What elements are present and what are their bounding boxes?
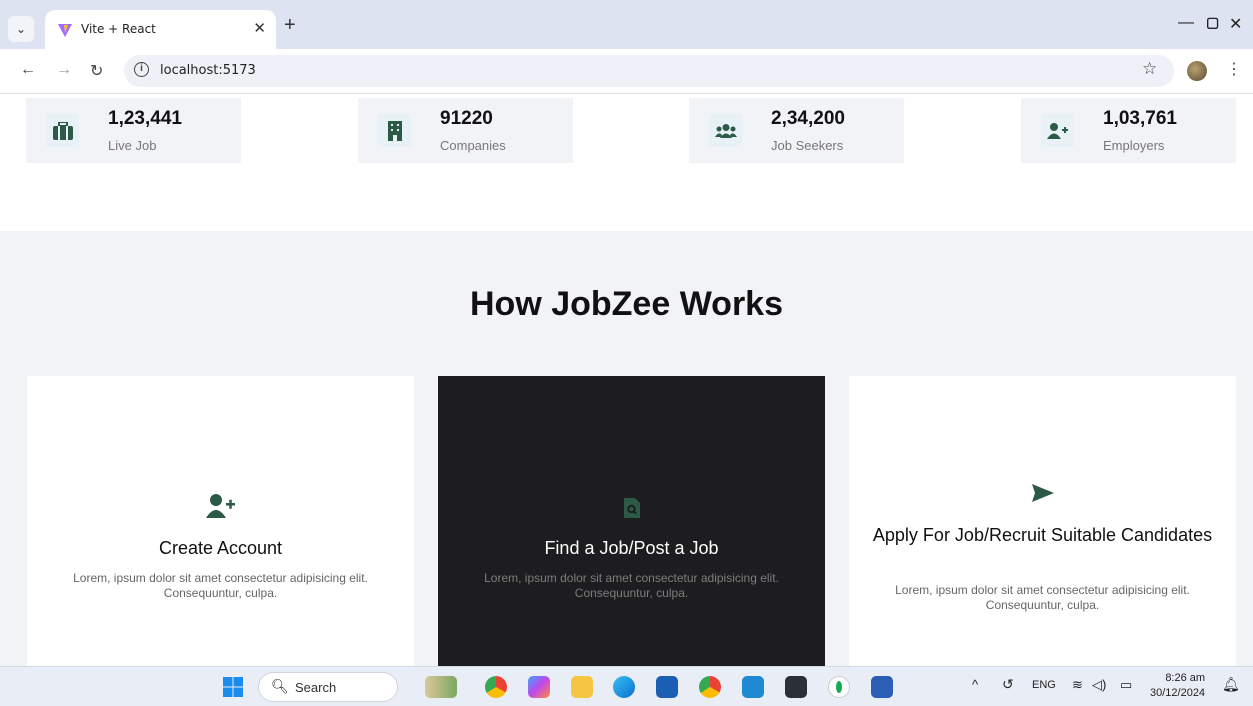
wifi-icon[interactable]: ≋	[1072, 677, 1083, 693]
stat-value: 1,23,441	[108, 108, 182, 129]
stat-card-job-seekers: 2,34,200 Job Seekers	[689, 98, 904, 163]
card-text: Lorem, ipsum dolor sit amet consectetur …	[484, 571, 779, 600]
tray-overflow-icon[interactable]: ^	[972, 677, 978, 692]
users-icon	[709, 114, 742, 147]
browser-toolbar: ← → ↻ i localhost:5173 ☆ ⋮	[0, 49, 1253, 94]
chrome-icon[interactable]	[485, 676, 507, 698]
url-text: localhost:5173	[160, 63, 256, 78]
section-title: How JobZee Works	[470, 285, 783, 323]
card-create-account: Create Account Lorem, ipsum dolor sit am…	[27, 376, 414, 666]
mongodb-icon[interactable]	[828, 676, 850, 698]
card-title: Create Account	[158, 538, 283, 558]
tab-close-icon[interactable]: ✕	[253, 19, 266, 37]
site-info-icon[interactable]: i	[134, 62, 149, 77]
store-icon[interactable]	[656, 676, 678, 698]
card-find-job: Find a Job/Post a Job Lorem, ipsum dolor…	[438, 376, 825, 666]
widgets-icon[interactable]	[425, 676, 457, 698]
volume-icon[interactable]: ◁)	[1092, 677, 1106, 693]
stat-value: 1,03,761	[1103, 108, 1177, 129]
close-window-icon[interactable]: ✕	[1229, 14, 1242, 34]
tab-title: Vite + React	[81, 22, 156, 36]
taskbar-search-label: Search	[295, 680, 337, 695]
tab-search-button[interactable]: ⌄	[8, 16, 34, 42]
stat-card-live-job: 1,23,441 Live Job	[26, 98, 241, 163]
address-bar[interactable]: i localhost:5173	[124, 55, 1174, 87]
clock-date: 30/12/2024	[1150, 687, 1206, 699]
chrome-profile-icon[interactable]	[699, 676, 721, 698]
browser-tab[interactable]: Vite + React ✕	[45, 10, 276, 49]
card-title: Find a Job/Post a Job	[544, 538, 719, 558]
windows-taskbar: 🔍︎ Search ^ ↺ ENG ≋ ◁) ▭ 8:26 am 30/12/2…	[0, 666, 1253, 706]
browser-window: ⌄ Vite + React ✕ + — ▢ ✕ ← → ↻ i localho…	[0, 0, 1253, 706]
card-text: Lorem, ipsum dolor sit amet consectetur …	[895, 583, 1190, 612]
card-title: Apply For Job/Recruit Suitable Candidate…	[872, 525, 1213, 545]
file-explorer-icon[interactable]	[571, 676, 593, 698]
restore-icon[interactable]: ▢	[1206, 14, 1219, 31]
browser-menu-icon[interactable]: ⋮	[1226, 59, 1242, 79]
send-icon	[849, 484, 1236, 502]
stat-value: 2,34,200	[771, 108, 845, 129]
stat-label: Employers	[1103, 138, 1165, 153]
how-it-works-section: How JobZee Works Create Account Lorem, i…	[0, 231, 1253, 666]
tab-strip: ⌄ Vite + React ✕ + — ▢ ✕	[0, 0, 1253, 49]
language-indicator[interactable]: ENG	[1032, 679, 1056, 691]
user-plus-icon	[27, 494, 414, 518]
stat-card-employers: 1,03,761 Employers	[1021, 98, 1236, 163]
notification-bell-icon[interactable]: 🔔︎	[1222, 676, 1240, 693]
card-text: Lorem, ipsum dolor sit amet consectetur …	[73, 571, 368, 600]
minimize-icon[interactable]: —	[1178, 14, 1194, 32]
search-icon: 🔍︎	[271, 678, 289, 694]
taskbar-search[interactable]: 🔍︎ Search	[258, 672, 398, 702]
page-content: 1,23,441 Live Job 91220 Companies 2,34,2…	[0, 95, 1253, 666]
new-tab-icon[interactable]: +	[284, 14, 296, 37]
vite-logo-icon	[58, 24, 72, 37]
user-plus-icon	[1041, 114, 1074, 147]
battery-icon[interactable]: ▭	[1120, 677, 1132, 693]
back-icon[interactable]: ←	[20, 61, 36, 79]
windows-start-icon[interactable]	[223, 677, 243, 697]
terminal-icon[interactable]	[785, 676, 807, 698]
copilot-icon[interactable]	[528, 676, 550, 698]
stat-label: Live Job	[108, 138, 157, 153]
stat-label: Companies	[440, 138, 506, 153]
stat-label: Job Seekers	[771, 138, 844, 153]
clock-time: 8:26 am	[1165, 672, 1206, 684]
stat-value: 91220	[440, 108, 493, 129]
sync-icon[interactable]: ↺	[1002, 676, 1014, 693]
forward-icon[interactable]: →	[56, 61, 72, 79]
stat-card-companies: 91220 Companies	[358, 98, 573, 163]
building-icon	[378, 114, 411, 147]
file-search-icon	[438, 498, 825, 518]
taskbar-clock[interactable]: 8:26 am 30/12/2024	[1150, 671, 1205, 701]
profile-avatar[interactable]	[1187, 61, 1207, 81]
edge-icon[interactable]	[613, 676, 635, 698]
reload-icon[interactable]: ↻	[90, 61, 103, 81]
word-icon[interactable]	[871, 676, 893, 698]
briefcase-icon	[46, 114, 79, 147]
vscode-icon[interactable]	[742, 676, 764, 698]
card-apply-recruit: Apply For Job/Recruit Suitable Candidate…	[849, 376, 1236, 666]
bookmark-star-icon[interactable]: ☆	[1142, 59, 1157, 79]
